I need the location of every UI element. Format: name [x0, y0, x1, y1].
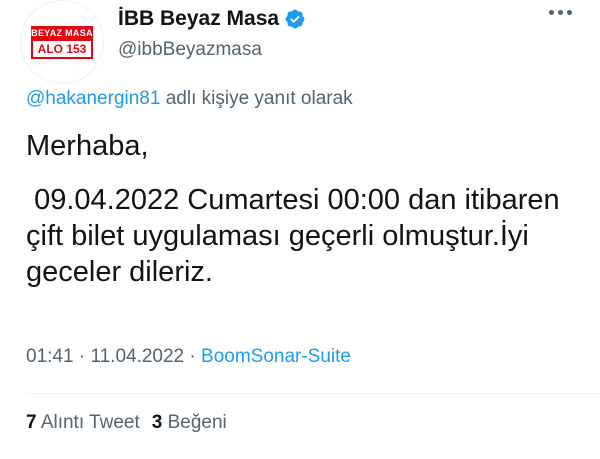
name-row: İBB Beyaz Masa [118, 6, 306, 32]
quote-count: 7 [26, 412, 37, 433]
tweet-meta: 01:41 · 11.04.2022 · BoomSonar-Suite [26, 346, 351, 368]
more-dot [558, 10, 563, 15]
more-options-icon[interactable] [549, 10, 572, 15]
reply-mention-link[interactable]: @hakanergin81 [26, 88, 160, 109]
reply-suffix: adlı kişiye yanıt olarak [160, 88, 353, 109]
divider [26, 393, 600, 394]
display-name[interactable]: İBB Beyaz Masa [118, 6, 279, 32]
likes-stat[interactable]: 3 Beğeni [152, 412, 227, 434]
tweet-paragraph-1: Merhaba, [26, 130, 149, 162]
verified-badge-icon [285, 9, 305, 29]
more-dot [567, 10, 572, 15]
avatar-logo-top: BEYAZ MASA [31, 25, 93, 39]
meta-separator: · [73, 346, 91, 367]
tweet-time[interactable]: 01:41 [26, 346, 74, 367]
tweet-text: Merhaba, 09.04.2022 Cumartesi 00:00 dan … [26, 128, 586, 290]
tweet-paragraph-2: 09.04.2022 Cumartesi 00:00 dan itibaren … [26, 184, 568, 288]
quote-tweets-stat[interactable]: 7 Alıntı Tweet [26, 412, 140, 434]
avatar-logo-bottom: ALO 153 [31, 38, 93, 59]
avatar[interactable]: BEYAZ MASA ALO 153 [20, 0, 104, 84]
tweet-card: BEYAZ MASA ALO 153 İBB Beyaz Masa @ibbBe… [0, 0, 600, 459]
quote-label: Alıntı Tweet [40, 412, 140, 433]
tweet-stats: 7 Alıntı Tweet 3 Beğeni [26, 412, 239, 434]
author-info: İBB Beyaz Masa @ibbBeyazmasa [118, 6, 306, 62]
more-dot [549, 10, 554, 15]
like-count: 3 [151, 412, 163, 433]
like-label: Beğeni [167, 412, 227, 433]
meta-separator: · [184, 346, 202, 367]
reply-context: @hakanergin81 adlı kişiye yanıt olarak [26, 88, 353, 110]
tweet-date[interactable]: 11.04.2022 [90, 346, 184, 367]
tweet-source-link[interactable]: BoomSonar-Suite [201, 346, 351, 367]
handle[interactable]: @ibbBeyazmasa [118, 38, 306, 62]
